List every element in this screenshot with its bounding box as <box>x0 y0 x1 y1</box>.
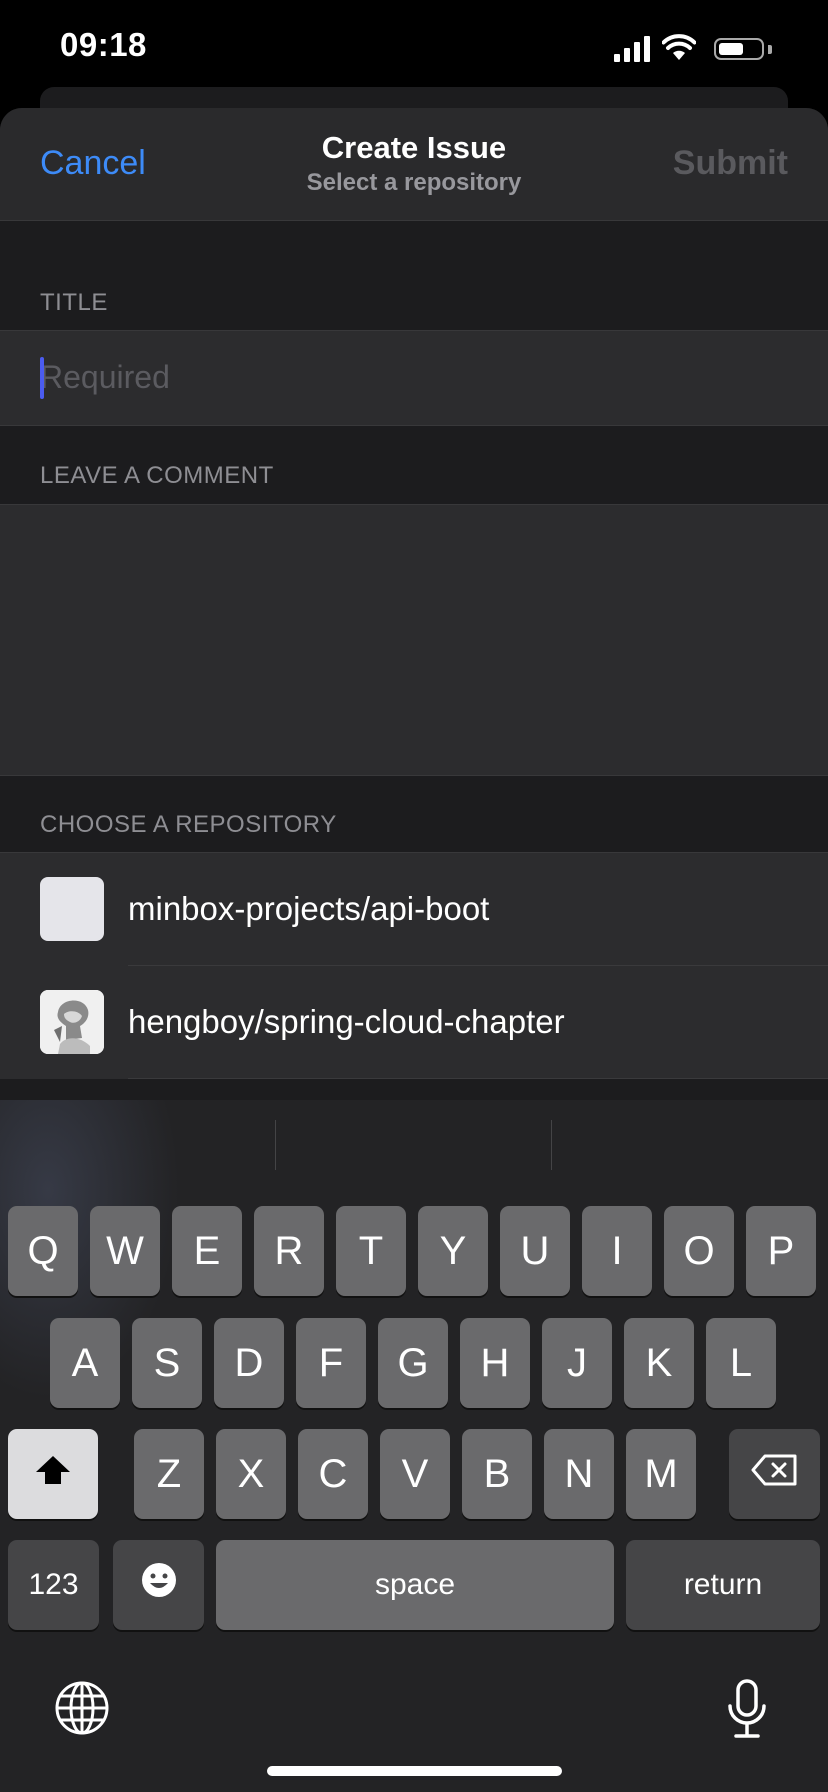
key-m[interactable]: M <box>626 1429 696 1519</box>
submit-button[interactable]: Submit <box>673 144 788 183</box>
wifi-icon <box>661 34 697 62</box>
repository-name: minbox-projects/api-boot <box>128 890 490 927</box>
repository-name: hengboy/spring-cloud-chapter <box>128 1003 565 1040</box>
battery-icon <box>714 38 764 60</box>
key-q[interactable]: Q <box>8 1206 78 1296</box>
status-icons <box>614 34 794 64</box>
repository-section-header: CHOOSE A REPOSITORY <box>40 811 337 838</box>
shift-icon <box>33 1452 73 1497</box>
numbers-key[interactable]: 123 <box>8 1540 99 1630</box>
key-e[interactable]: E <box>172 1206 242 1296</box>
key-x[interactable]: X <box>216 1429 286 1519</box>
key-c[interactable]: C <box>298 1429 368 1519</box>
key-u[interactable]: U <box>500 1206 570 1296</box>
key-j[interactable]: J <box>542 1318 612 1408</box>
emoji-key[interactable] <box>113 1540 204 1630</box>
globe-icon[interactable] <box>54 1680 110 1736</box>
keyboard: 123 space return QWERTYUIOP ASDFGHJKL ZXCV… <box>0 1100 828 1792</box>
return-key[interactable]: return <box>626 1540 820 1630</box>
emoji-icon <box>140 1561 178 1609</box>
key-v[interactable]: V <box>380 1429 450 1519</box>
microphone-icon[interactable] <box>726 1678 768 1740</box>
key-h[interactable]: H <box>460 1318 530 1408</box>
key-n[interactable]: N <box>544 1429 614 1519</box>
battery-tip <box>768 45 772 54</box>
repository-list: minbox-projects/api-boot hengboy/spring-… <box>0 852 828 1079</box>
title-section-header: TITLE <box>40 289 108 316</box>
status-time: 09:18 <box>60 26 147 63</box>
repository-row[interactable]: hengboy/spring-cloud-chapter <box>0 966 828 1079</box>
suggestion-divider <box>275 1120 276 1170</box>
shift-key[interactable] <box>8 1429 98 1519</box>
comment-textarea[interactable] <box>0 504 828 776</box>
key-k[interactable]: K <box>624 1318 694 1408</box>
space-key[interactable]: space <box>216 1540 614 1630</box>
key-l[interactable]: L <box>706 1318 776 1408</box>
repository-row[interactable]: minbox-projects/api-boot <box>0 853 828 966</box>
title-field-row <box>0 330 828 426</box>
repository-avatar <box>40 990 104 1054</box>
key-y[interactable]: Y <box>418 1206 488 1296</box>
key-r[interactable]: R <box>254 1206 324 1296</box>
title-input[interactable] <box>40 351 740 403</box>
key-g[interactable]: G <box>378 1318 448 1408</box>
key-w[interactable]: W <box>90 1206 160 1296</box>
repository-avatar <box>40 877 104 941</box>
text-cursor <box>40 357 44 399</box>
delete-key[interactable] <box>729 1429 820 1519</box>
cellular-signal-icon <box>614 36 650 62</box>
key-i[interactable]: I <box>582 1206 652 1296</box>
comment-section-header: LEAVE A COMMENT <box>40 462 274 489</box>
key-o[interactable]: O <box>664 1206 734 1296</box>
key-f[interactable]: F <box>296 1318 366 1408</box>
navigation-bar: Cancel Create Issue Select a repository … <box>0 108 828 221</box>
key-t[interactable]: T <box>336 1206 406 1296</box>
home-indicator <box>267 1766 562 1776</box>
suggestion-divider <box>551 1120 552 1170</box>
key-s[interactable]: S <box>132 1318 202 1408</box>
key-d[interactable]: D <box>214 1318 284 1408</box>
key-z[interactable]: Z <box>134 1429 204 1519</box>
delete-icon <box>751 1452 799 1497</box>
key-a[interactable]: A <box>50 1318 120 1408</box>
key-b[interactable]: B <box>462 1429 532 1519</box>
key-p[interactable]: P <box>746 1206 816 1296</box>
